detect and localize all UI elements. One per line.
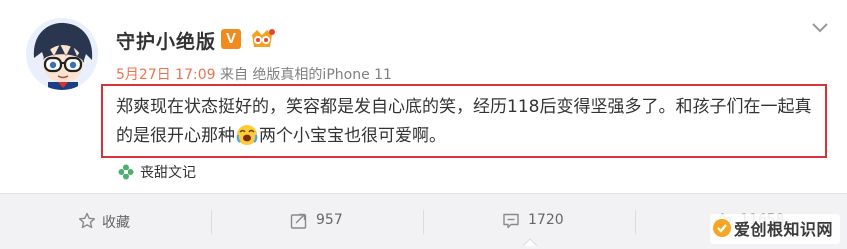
repost-count: 957	[316, 212, 343, 228]
post-text-part2: 两个小宝宝也很可爱啊。	[259, 126, 446, 146]
anime-boy-avatar-icon	[26, 18, 98, 90]
watermark: 爱创根知识网	[710, 214, 840, 244]
star-icon	[78, 212, 96, 229]
post-time[interactable]: 5月27日 17:09	[116, 67, 216, 83]
comment-count: 1720	[528, 212, 564, 228]
vip-member-icon[interactable]	[248, 27, 276, 51]
weibo-post-card: 守护小绝版 V 5月27日 17:09 来自 绝版真相的iPhone 11 郑爽…	[0, 0, 847, 249]
post-text-part1: 郑爽现在状态挺好的，笑容都是发自心底的笑，经历118后变得坚强多了。和孩子们在一…	[116, 97, 812, 146]
chevron-down-icon[interactable]	[811, 22, 829, 34]
watermark-text: 爱创根知识网	[734, 220, 834, 239]
highlighted-post-content: 郑爽现在状态挺好的，笑容都是发自心底的笑，经历118后变得坚强多了。和孩子们在一…	[101, 84, 827, 158]
author-name[interactable]: 守护小绝版	[116, 27, 216, 54]
watermark-logo-icon	[713, 219, 731, 237]
crying-laughing-emoji-icon	[236, 125, 258, 145]
source-prefix: 来自	[219, 67, 248, 83]
source-device[interactable]: 绝版真相的iPhone 11	[252, 67, 392, 83]
comment-icon	[503, 213, 519, 229]
avatar[interactable]	[26, 18, 98, 90]
favorite-button[interactable]: 收藏	[0, 194, 211, 249]
favorite-label: 收藏	[102, 215, 130, 231]
repost-button[interactable]: 957	[212, 194, 423, 249]
post-text: 郑爽现在状态挺好的，笑容都是发自心底的笑，经历118后变得坚强多了。和孩子们在一…	[116, 93, 821, 151]
topic-label: 丧甜文记	[140, 165, 196, 181]
caret-up-icon	[523, 238, 537, 246]
topic-flower-icon	[118, 164, 134, 180]
verified-badge-icon[interactable]: V	[221, 29, 241, 49]
repost-icon	[290, 213, 307, 229]
post-meta: 5月27日 17:09 来自 绝版真相的iPhone 11	[116, 64, 392, 84]
